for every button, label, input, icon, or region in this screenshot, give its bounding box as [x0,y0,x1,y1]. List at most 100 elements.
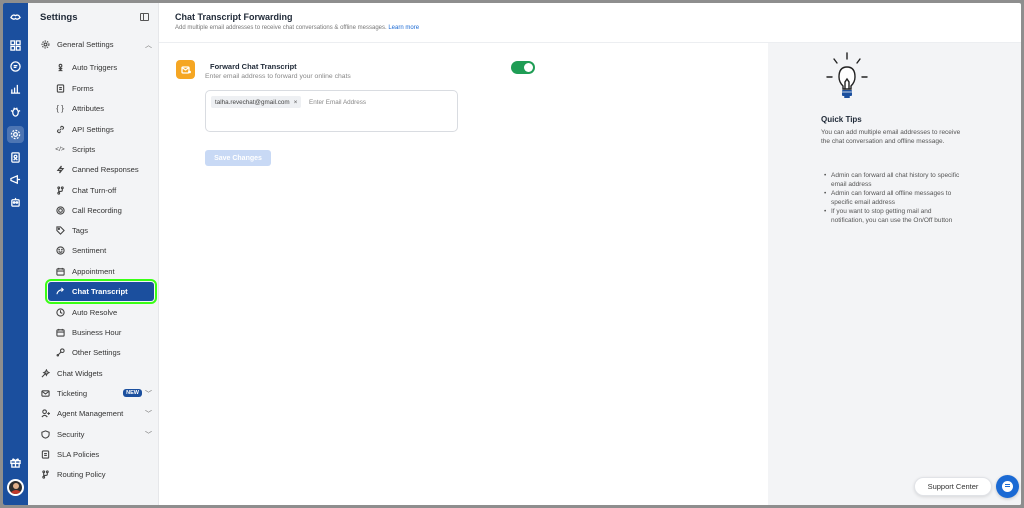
sidebar-item-forms[interactable]: Forms [55,80,155,97]
wrench-icon [55,348,65,358]
list-item: Admin can forward all offline messages t… [821,189,961,207]
agent-icon [40,409,50,419]
sidebar-item-general-settings[interactable]: General Settings ︿ [40,36,152,53]
sidebar-title: Settings [40,12,78,23]
toggle-knob [524,63,533,72]
sidebar-item-label: General Settings [57,40,114,49]
chevron-down-icon[interactable]: ﹀ [145,389,152,399]
gear-icon [40,40,50,50]
sidebar-item-chat-transcript[interactable]: Chat Transcript [45,279,157,304]
support-center-button[interactable]: Support Center [914,477,992,496]
sidebar-item-label: Chat Widgets [57,369,103,378]
list-item: Admin can forward all chat history to sp… [821,171,961,189]
analytics-icon[interactable] [7,80,24,97]
bot-icon[interactable] [7,194,24,211]
sidebar-item-agent-management[interactable]: Agent Management ﹀ [40,405,152,422]
mail-forward-icon [176,60,195,79]
tips-list: Admin can forward all chat history to sp… [821,171,961,225]
sidebar-item-label: Scripts [72,145,96,154]
collapse-sidebar-icon[interactable] [140,13,149,21]
clock-icon [55,308,65,318]
forward-subtitle: Enter email address to forward your onli… [205,73,351,80]
sidebar-item-canned-responses[interactable]: Canned Responses [55,161,155,178]
forward-settings-panel: Forward Chat Transcript Enter email addr… [159,43,768,505]
chat-icon[interactable] [7,58,24,75]
sidebar-item-business-hour[interactable]: Business Hour [55,324,155,341]
sidebar-item-label: Other Settings [72,348,121,357]
sidebar-item-label: Attributes [72,104,105,113]
trigger-icon [55,63,65,73]
sidebar-item-label: Security [57,430,85,439]
sidebar-item-label: Auto Resolve [72,308,118,317]
sidebar-item-sentiment[interactable]: Sentiment [55,242,155,259]
settings-icon[interactable] [7,126,24,143]
page-subtitle-text: Add multiple email addresses to receive … [175,25,387,31]
widget-icon [40,369,50,379]
forward-toggle[interactable] [511,61,535,74]
forward-arrow-icon [55,287,65,297]
email-tag-input[interactable]: talha.revechat@gmail.com × [205,90,458,132]
routing-icon [40,470,50,480]
email-chip: talha.revechat@gmail.com × [211,96,302,108]
sidebar-item-appointment[interactable]: Appointment [55,263,155,280]
sidebar-item-auto-triggers[interactable]: Auto Triggers [55,59,155,76]
turn-off-icon [55,186,65,196]
lightbulb-icon [826,52,868,98]
sidebar-item-routing-policy[interactable]: Routing Policy [40,466,152,483]
sidebar-item-label: Sentiment [72,246,107,255]
save-changes-button[interactable]: Save Changes [205,150,271,166]
logo-icon[interactable] [7,9,24,26]
sidebar-item-tags[interactable]: Tags [55,222,155,239]
sidebar-item-sla-policies[interactable]: SLA Policies [40,446,152,463]
sidebar-item-label: Ticketing [57,389,88,398]
chevron-down-icon[interactable]: ﹀ [145,409,152,419]
sidebar-item-api-settings[interactable]: API Settings [55,121,155,138]
sidebar-item-call-recording[interactable]: Call Recording [55,202,155,219]
code-icon: </> [55,146,65,153]
sidebar-item-label: API Settings [72,125,114,134]
app-window: Settings General Settings ︿ Auto Trigger… [3,3,1021,505]
sidebar-item-label: Canned Responses [72,165,139,174]
tips-intro: You can add multiple email addresses to … [821,129,961,145]
chevron-down-icon[interactable]: ﹀ [145,430,152,440]
contacts-icon[interactable] [7,149,24,166]
gift-icon[interactable] [7,454,24,471]
document-icon [40,450,50,460]
icon-rail [3,3,28,505]
calendar-icon [55,328,65,338]
sidebar-item-attributes[interactable]: { } Attributes [55,100,155,117]
shield-icon [40,430,50,440]
chevron-up-icon[interactable]: ︿ [145,40,152,50]
sidebar-item-security[interactable]: Security ﹀ [40,426,152,443]
forward-title: Forward Chat Transcript [210,62,297,71]
smile-icon [55,246,65,256]
sidebar-item-label: Chat Transcript [72,287,128,296]
sidebar-item-chat-widgets[interactable]: Chat Widgets [40,365,152,382]
email-input[interactable] [309,96,429,108]
tips-title: Quick Tips [821,115,862,124]
user-avatar[interactable] [7,479,24,496]
mail-icon [40,389,50,399]
sidebar-item-label: Tags [72,226,89,235]
link-icon [55,125,65,135]
sidebar-item-scripts[interactable]: </> Scripts [55,141,155,158]
sidebar-item-auto-resolve[interactable]: Auto Resolve [55,304,155,321]
braces-icon: { } [56,104,64,113]
sidebar-item-other-settings[interactable]: Other Settings [55,344,155,361]
dashboard-icon[interactable] [7,37,24,54]
sidebar-item-ticketing[interactable]: Ticketing NEW ﹀ [40,385,152,402]
chat-launcher-icon[interactable] [996,475,1019,498]
settings-sidebar: Settings General Settings ︿ Auto Trigger… [28,3,159,505]
sidebar-item-chat-turn-off[interactable]: Chat Turn-off [55,182,155,199]
sidebar-item-label: Call Recording [72,206,122,215]
sidebar-item-label: SLA Policies [57,450,100,459]
remove-email-icon[interactable]: × [294,99,298,106]
bug-icon[interactable] [7,103,24,120]
list-item: If you want to stop getting mail and not… [821,207,961,225]
learn-more-link[interactable]: Learn more [388,25,419,31]
form-icon [55,84,65,94]
tag-icon [55,226,65,236]
sidebar-item-label: Business Hour [72,328,122,337]
campaign-icon[interactable] [7,171,24,188]
sidebar-item-label: Agent Management [57,409,124,418]
